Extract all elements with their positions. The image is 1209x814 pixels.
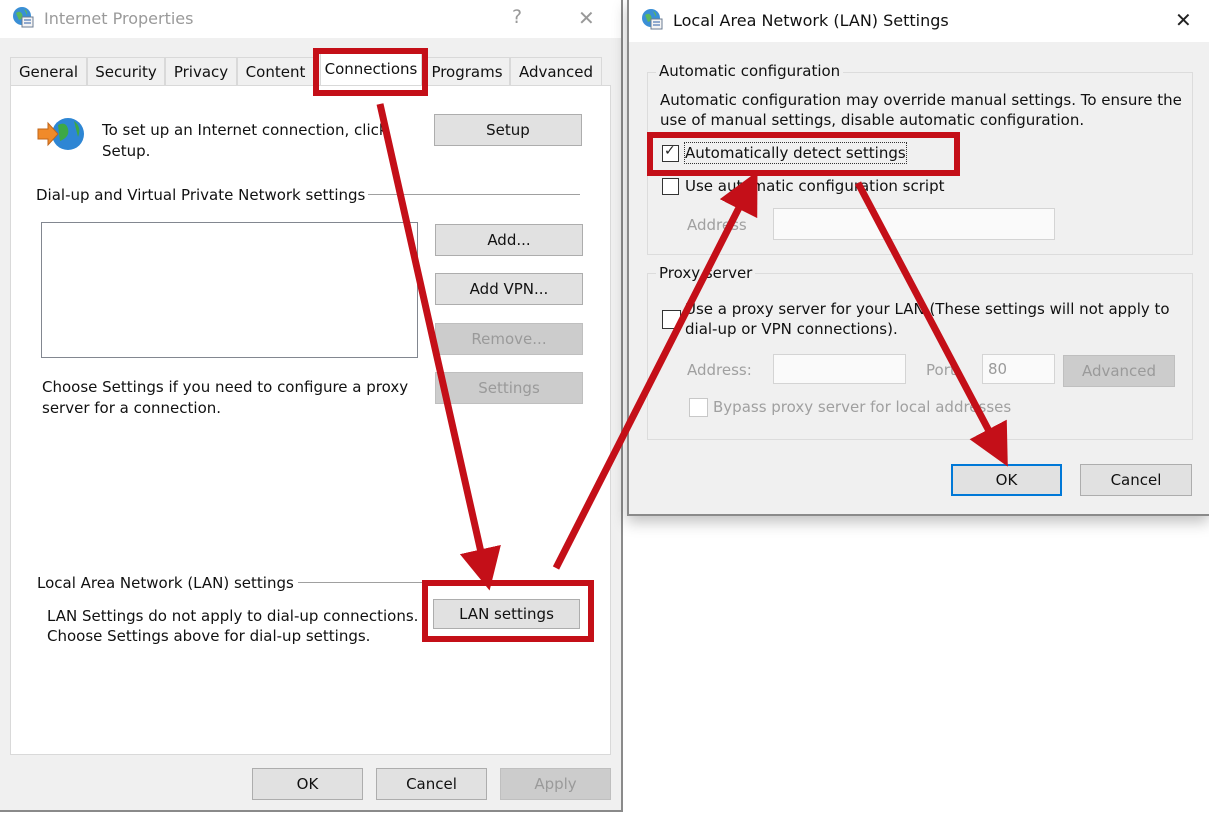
arrow-connections-to-lan-button bbox=[376, 103, 501, 591]
annotation-arrows bbox=[376, 103, 1008, 591]
arrow-lan-button-to-auto-detect bbox=[552, 171, 758, 570]
arrow-auto-detect-to-ok bbox=[854, 181, 1008, 467]
